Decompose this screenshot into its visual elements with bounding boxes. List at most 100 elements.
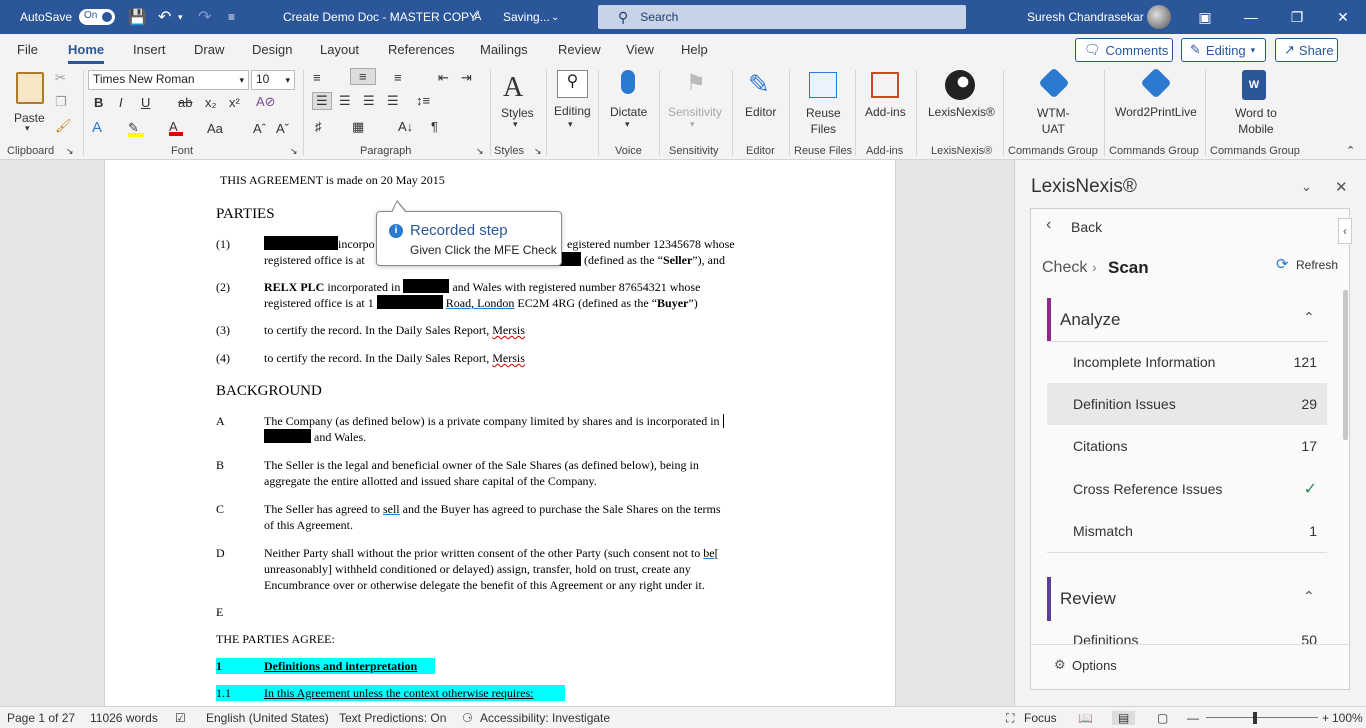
text-predictions[interactable]: Text Predictions: On bbox=[339, 711, 446, 725]
numbering-icon[interactable]: ≡ bbox=[350, 68, 376, 85]
editor-button[interactable]: Editor bbox=[745, 105, 776, 119]
add-ins-icon[interactable] bbox=[871, 72, 899, 98]
tab-home[interactable]: Home bbox=[68, 42, 105, 64]
align-right-icon[interactable]: ☰ bbox=[363, 93, 375, 109]
wtm-uat-icon[interactable] bbox=[1038, 67, 1070, 99]
word2printlive-icon[interactable] bbox=[1140, 67, 1172, 99]
change-case-icon[interactable]: Aa bbox=[207, 121, 223, 136]
sensitivity-dropdown-icon[interactable]: ▾ bbox=[690, 119, 695, 130]
find-icon[interactable]: ⚲ bbox=[557, 70, 588, 98]
styles-dropdown-icon[interactable]: ▾ bbox=[513, 119, 518, 130]
read-mode-icon[interactable]: 📖 bbox=[1078, 711, 1093, 725]
focus-icon[interactable]: ⛶ bbox=[1006, 711, 1014, 726]
undo-icon[interactable]: ↶ bbox=[158, 0, 171, 34]
tab-help[interactable]: Help bbox=[681, 42, 708, 57]
tab-design[interactable]: Design bbox=[252, 42, 292, 57]
review-header[interactable]: Review bbox=[1060, 589, 1116, 609]
zoom-out-icon[interactable]: — bbox=[1187, 711, 1199, 725]
font-name-select[interactable]: Times New Roman ▾ bbox=[88, 70, 249, 90]
styles-button[interactable]: Styles bbox=[501, 106, 534, 120]
dictate-dropdown-icon[interactable]: ▾ bbox=[625, 119, 630, 130]
increase-indent-icon[interactable]: ⇥ bbox=[461, 70, 472, 86]
analyze-chevron-up-icon[interactable]: ⌃ bbox=[1303, 309, 1315, 326]
pane-scrollbar[interactable] bbox=[1343, 290, 1348, 440]
shrink-font-icon[interactable]: Aˇ bbox=[276, 121, 289, 136]
font-color-icon[interactable]: A bbox=[169, 119, 183, 136]
analyze-item-mismatch[interactable]: Mismatch 1 bbox=[1047, 510, 1327, 552]
refresh-icon[interactable]: ⟳ bbox=[1276, 255, 1289, 273]
sensitivity-button[interactable]: Sensitivity bbox=[668, 105, 722, 119]
back-button[interactable]: Back bbox=[1071, 219, 1102, 235]
editor-icon[interactable]: ✎ bbox=[748, 69, 770, 100]
save-icon[interactable]: 💾 bbox=[128, 0, 147, 34]
reuse-files-icon[interactable] bbox=[809, 72, 837, 98]
wtm-uat-button[interactable]: WTM- UAT bbox=[1037, 105, 1070, 137]
customize-qat-icon[interactable]: ≡ bbox=[228, 0, 235, 34]
editing-button[interactable]: Editing bbox=[554, 104, 591, 118]
highlight-icon[interactable]: ✎ bbox=[128, 120, 144, 137]
tab-draw[interactable]: Draw bbox=[194, 42, 224, 57]
redo-icon[interactable]: ↷ bbox=[198, 0, 211, 34]
autosave-toggle[interactable]: On bbox=[79, 9, 115, 25]
sort-icon[interactable]: A↓ bbox=[398, 119, 413, 134]
breadcrumb-check[interactable]: Check bbox=[1042, 259, 1087, 277]
word-to-mobile-icon[interactable]: W bbox=[1242, 70, 1266, 100]
print-layout-icon[interactable]: ▤ bbox=[1112, 711, 1136, 725]
review-chevron-up-icon[interactable]: ⌃ bbox=[1303, 588, 1315, 605]
undo-dropdown-icon[interactable]: ▾ bbox=[178, 0, 183, 34]
page-count[interactable]: Page 1 of 27 bbox=[7, 711, 75, 725]
restore-icon[interactable]: ❐ bbox=[1274, 0, 1320, 34]
zoom-in-icon[interactable]: + bbox=[1322, 711, 1329, 725]
zoom-slider-thumb[interactable] bbox=[1253, 712, 1257, 724]
tab-file[interactable]: File bbox=[17, 42, 38, 57]
add-ins-button[interactable]: Add-ins bbox=[865, 105, 906, 119]
zoom-level[interactable]: 100% bbox=[1332, 711, 1363, 725]
borders-icon[interactable]: ▦ bbox=[352, 119, 364, 135]
tab-layout[interactable]: Layout bbox=[320, 42, 359, 57]
back-arrow-icon[interactable]: ‹ bbox=[1046, 216, 1051, 234]
clear-formatting-icon[interactable]: A⊘ bbox=[256, 94, 276, 110]
underline-icon[interactable]: U bbox=[141, 95, 150, 110]
text-effects-icon[interactable]: A bbox=[92, 119, 102, 136]
tab-view[interactable]: View bbox=[626, 42, 654, 57]
analyze-item-incomplete-information[interactable]: Incomplete Information 121 bbox=[1047, 341, 1327, 383]
avatar[interactable] bbox=[1147, 5, 1171, 29]
font-launcher-icon[interactable]: ↘ bbox=[290, 146, 298, 157]
paste-icon[interactable] bbox=[16, 72, 44, 104]
microphone-icon[interactable] bbox=[621, 70, 635, 94]
editing-dropdown-icon[interactable]: ▾ bbox=[568, 119, 573, 130]
styles-icon[interactable]: A bbox=[503, 72, 523, 104]
proofing-icon[interactable]: ☑ bbox=[175, 711, 186, 725]
analyze-item-definition-issues[interactable]: Definition Issues 29 bbox=[1047, 383, 1327, 425]
options-button[interactable]: Options bbox=[1072, 658, 1117, 673]
gear-icon[interactable]: ⚙ bbox=[1054, 657, 1066, 673]
minimize-icon[interactable]: — bbox=[1228, 0, 1274, 34]
format-painter-icon[interactable]: 🖌 bbox=[55, 118, 72, 134]
lexisnexis-button[interactable]: LexisNexis® bbox=[928, 105, 995, 119]
grow-font-icon[interactable]: Aˆ bbox=[253, 121, 266, 136]
tab-insert[interactable]: Insert bbox=[133, 42, 166, 57]
word-count[interactable]: 11026 words bbox=[90, 711, 158, 725]
subscript-icon[interactable]: x₂ bbox=[205, 95, 217, 110]
tab-mailings[interactable]: Mailings bbox=[480, 42, 528, 57]
editing-mode-button[interactable]: ✎ Editing ▾ bbox=[1181, 38, 1266, 62]
copy-icon[interactable]: ❐ bbox=[55, 94, 67, 110]
paste-dropdown-icon[interactable]: ▾ bbox=[25, 123, 30, 134]
bold-icon[interactable]: B bbox=[94, 95, 103, 110]
analyze-item-citations[interactable]: Citations 17 bbox=[1047, 425, 1327, 467]
search-input[interactable]: ⚲ Search bbox=[598, 5, 966, 29]
word-to-mobile-button[interactable]: Word to Mobile bbox=[1235, 105, 1277, 137]
justify-icon[interactable]: ☰ bbox=[387, 93, 399, 109]
zoom-slider[interactable] bbox=[1206, 717, 1318, 718]
cut-icon[interactable]: ✂ bbox=[55, 70, 66, 86]
show-formatting-icon[interactable]: ¶ bbox=[431, 119, 438, 134]
title-chevron-down-icon[interactable]: ⌄ bbox=[551, 0, 559, 34]
multilevel-list-icon[interactable]: ≡ bbox=[394, 70, 402, 85]
pane-collapse-chevron-icon[interactable]: ‹ bbox=[1338, 218, 1352, 244]
tab-references[interactable]: References bbox=[388, 42, 454, 57]
collapse-ribbon-icon[interactable]: ⌃ bbox=[1346, 144, 1355, 157]
review-item-definitions[interactable]: Definitions 50 bbox=[1047, 626, 1327, 644]
line-spacing-icon[interactable]: ↕≡ bbox=[416, 93, 430, 108]
italic-icon[interactable]: I bbox=[119, 95, 123, 110]
comments-button[interactable]: 🗨 Comments bbox=[1075, 38, 1173, 62]
